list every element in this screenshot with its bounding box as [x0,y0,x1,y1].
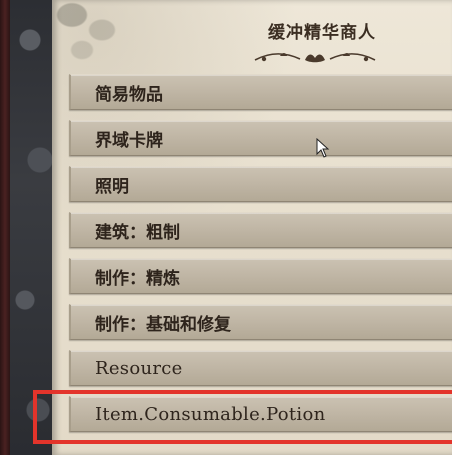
category-item-realm-cards[interactable]: 界域卡牌 [69,120,452,156]
category-item-crafting-basic-repair[interactable]: 制作：基础和修复 [69,304,452,340]
background-wallpaper [10,0,55,455]
floral-divider-icon [254,53,376,63]
merchant-window: 缓冲精华商人 简易物品 界域卡牌 照明 建筑：粗制 制作：精炼 制作：基础和修复… [0,0,452,455]
wood-frame-edge [0,0,10,455]
category-item-simple-items[interactable]: 简易物品 [69,74,452,110]
category-item-building-rough[interactable]: 建筑：粗制 [69,212,452,248]
category-item-potion[interactable]: Item.Consumable.Potion [69,396,452,432]
mouse-pointer-icon [316,138,330,158]
merchant-title: 缓冲精华商人 [268,23,376,43]
category-item-resource[interactable]: Resource [69,350,452,386]
category-item-lighting[interactable]: 照明 [69,166,452,202]
category-item-crafting-refined[interactable]: 制作：精炼 [69,258,452,294]
